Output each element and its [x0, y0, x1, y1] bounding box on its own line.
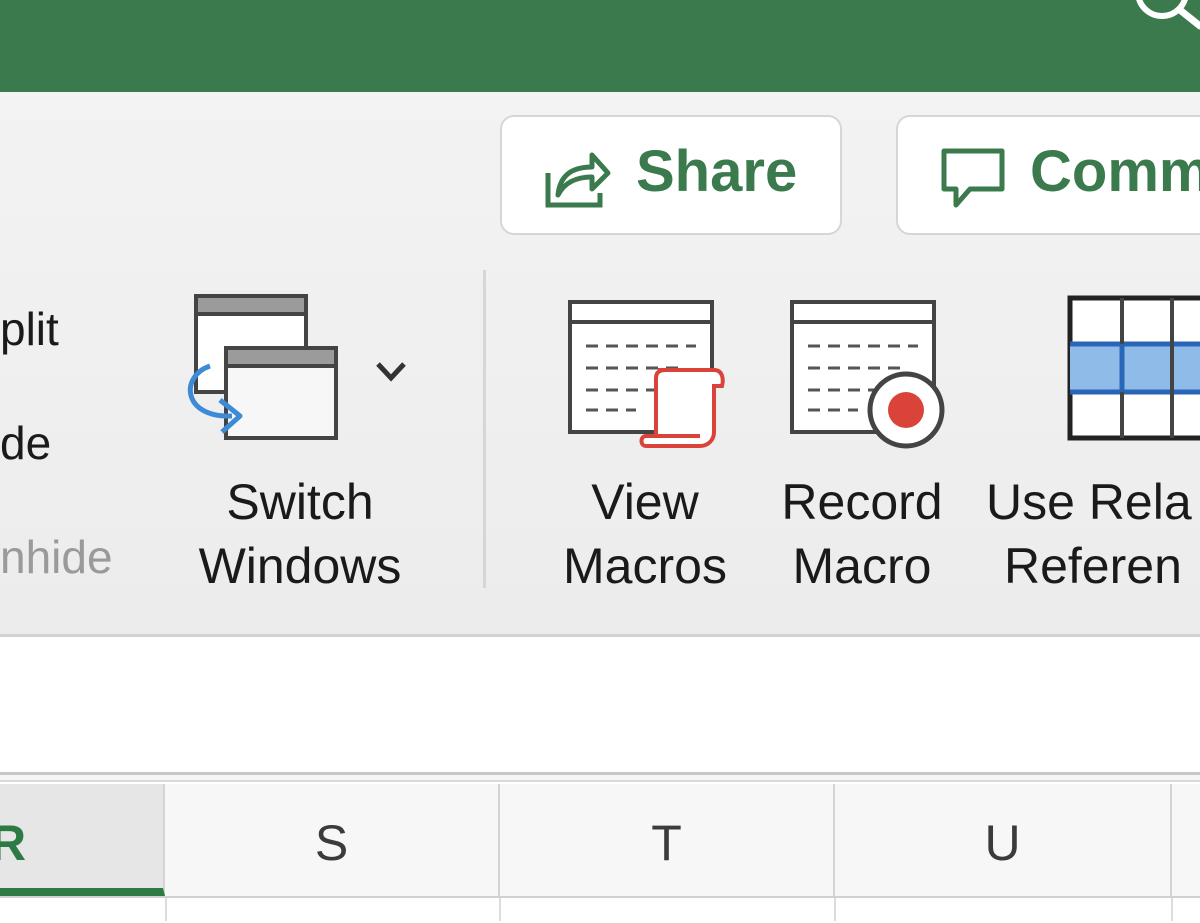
column-header-s[interactable]: S	[165, 784, 500, 896]
use-relative-line1: Use Rela	[986, 474, 1192, 530]
record-macro-icon	[790, 300, 945, 449]
switch-windows-line2: Windows	[198, 538, 402, 594]
view-macros-line2: Macros	[563, 538, 727, 594]
column-label-s: S	[314, 815, 349, 871]
split-button[interactable]: plit	[0, 306, 59, 352]
switch-windows-label: Switch Windows	[160, 470, 440, 598]
hide-button[interactable]: de	[0, 420, 51, 466]
share-icon	[545, 152, 611, 208]
cell-gridline	[834, 898, 836, 921]
share-label: Share	[636, 139, 798, 204]
record-macro-line2: Macro	[792, 538, 932, 594]
record-macro-line1: Record	[781, 474, 943, 530]
unhide-button: nhide	[0, 531, 113, 583]
column-header-v[interactable]	[1172, 784, 1200, 896]
cell-grid[interactable]	[0, 896, 1200, 923]
chevron-down-icon[interactable]	[372, 356, 410, 386]
share-button[interactable]: Share	[500, 115, 842, 235]
view-macros-label: View Macros	[540, 470, 750, 598]
use-relative-references-label: Use Rela Referen	[986, 470, 1200, 598]
cell-gridline	[1171, 898, 1173, 921]
switch-windows-line1: Switch	[226, 474, 374, 530]
comment-icon	[941, 148, 1005, 208]
column-label-r: R	[0, 815, 27, 871]
switch-windows-icon	[187, 294, 338, 440]
column-label-t: T	[651, 815, 682, 871]
column-label-u: U	[984, 815, 1021, 871]
cell-gridline	[165, 898, 167, 921]
view-macros-line1: View	[591, 474, 699, 530]
search-icon[interactable]	[1120, 0, 1200, 40]
column-header-u[interactable]: U	[835, 784, 1172, 896]
grid-divider	[0, 772, 1200, 782]
use-relative-line2: Referen	[1004, 538, 1182, 594]
cell-gridline	[499, 898, 501, 921]
comments-button[interactable]: Comm	[896, 115, 1200, 235]
group-separator	[483, 270, 486, 588]
title-bar	[0, 0, 1200, 92]
formula-bar-area[interactable]	[0, 637, 1200, 773]
column-header-r[interactable]: R	[0, 784, 165, 896]
record-macro-label: Record Macro	[762, 470, 962, 598]
comments-label: Comm	[1030, 139, 1200, 204]
relative-references-icon	[1067, 295, 1200, 441]
column-header-t[interactable]: T	[500, 784, 835, 896]
view-macros-icon	[568, 300, 725, 448]
